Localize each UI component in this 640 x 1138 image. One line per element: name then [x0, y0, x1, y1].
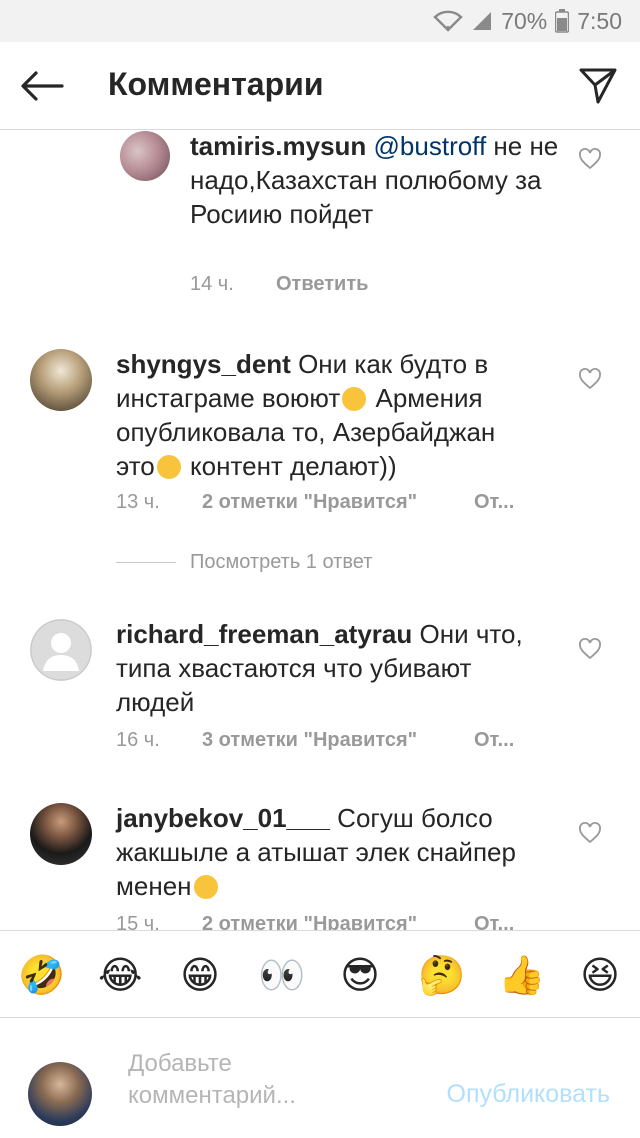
- publish-button[interactable]: Опубликовать: [447, 1080, 610, 1109]
- reply-button[interactable]: От...: [474, 729, 514, 752]
- comment-feed[interactable]: tamiris.mysun @bustroff не не надо,Казах…: [0, 131, 640, 930]
- comment-meta: 15 ч. 2 отметки "Нравится" От...: [116, 913, 514, 930]
- status-bar: 70% 7:50: [0, 0, 640, 42]
- avatar[interactable]: [120, 131, 170, 181]
- comment-text: tamiris.mysun @bustroff не не надо,Казах…: [190, 131, 580, 231]
- avatar[interactable]: [30, 349, 92, 411]
- grin-emoji-icon[interactable]: 😁: [178, 953, 222, 997]
- default-avatar-icon: [30, 619, 92, 681]
- comment-meta: 14 ч. Ответить: [190, 273, 368, 296]
- comment-username[interactable]: janybekov_01___: [116, 803, 330, 833]
- squint-laugh-emoji-icon[interactable]: 😆: [578, 953, 622, 997]
- comment-username[interactable]: tamiris.mysun: [190, 131, 366, 161]
- comment-text: janybekov_01___ Согуш болсо жакшыле а ат…: [116, 801, 536, 903]
- clock: 7:50: [577, 7, 622, 34]
- comment-item: shyngys_dent Они как будто в инстаграме …: [0, 349, 640, 549]
- current-user-avatar[interactable]: [28, 1062, 92, 1126]
- comment-time: 14 ч.: [190, 273, 234, 295]
- rofl-emoji-icon[interactable]: 🤣: [18, 953, 65, 997]
- likes-count[interactable]: 3 отметки "Нравится": [202, 729, 474, 752]
- comment-item: tamiris.mysun @bustroff не не надо,Казах…: [0, 131, 640, 331]
- angel-emoji-icon: [193, 875, 218, 899]
- heart-icon[interactable]: [578, 147, 602, 171]
- page-title: Комментарии: [108, 66, 324, 102]
- comment-body-part-3: контент делают)): [182, 451, 397, 481]
- heart-icon[interactable]: [578, 367, 602, 391]
- laughing-emoji-icon: [342, 387, 367, 411]
- thumbs-up-emoji-icon[interactable]: 👍: [498, 953, 545, 997]
- paper-plane-icon: [579, 68, 617, 104]
- comment-text: richard_freeman_atyrau Они что, типа хва…: [116, 617, 536, 719]
- signal-icon: [473, 12, 492, 30]
- avatar[interactable]: [30, 803, 92, 865]
- rofl-emoji-icon: [156, 455, 181, 479]
- arrow-left-icon: [21, 71, 64, 101]
- comment-username[interactable]: shyngys_dent: [116, 349, 291, 379]
- comment-text: shyngys_dent Они как будто в инстаграме …: [116, 347, 536, 483]
- comment-mention[interactable]: @bustroff: [374, 131, 487, 161]
- comment-item: richard_freeman_atyrau Они что, типа хва…: [0, 619, 640, 769]
- reply-button[interactable]: От...: [474, 913, 514, 930]
- comment-time: 15 ч.: [116, 913, 160, 930]
- app-header: Комментарии: [0, 42, 640, 130]
- heart-icon[interactable]: [578, 637, 602, 661]
- comment-meta: 16 ч. 3 отметки "Нравится" От...: [116, 729, 514, 752]
- likes-count[interactable]: 2 отметки "Нравится": [202, 491, 474, 514]
- comment-meta: 13 ч. 2 отметки "Нравится" От...: [116, 491, 514, 514]
- comment-item: janybekov_01___ Согуш болсо жакшыле а ат…: [0, 803, 640, 930]
- comment-input[interactable]: Добавьте комментарий...: [128, 1048, 358, 1112]
- comment-time: 13 ч.: [116, 491, 160, 513]
- view-replies-button[interactable]: Посмотреть 1 ответ: [116, 551, 372, 574]
- heart-icon[interactable]: [578, 821, 602, 845]
- wifi-icon: [433, 10, 463, 32]
- avatar[interactable]: [30, 619, 92, 681]
- comment-username[interactable]: richard_freeman_atyrau: [116, 619, 412, 649]
- battery-percent: 70%: [501, 7, 548, 34]
- eyes-emoji-icon[interactable]: 👀: [258, 953, 305, 997]
- likes-count[interactable]: 2 отметки "Нравится": [202, 913, 474, 930]
- share-button[interactable]: [576, 64, 620, 108]
- reply-button[interactable]: Ответить: [276, 273, 368, 296]
- battery-icon: [555, 9, 570, 33]
- comment-composer: Добавьте комментарий... Опубликовать: [0, 1018, 640, 1138]
- reply-button[interactable]: От...: [474, 491, 514, 514]
- divider: [116, 562, 176, 563]
- tears-of-joy-emoji-icon[interactable]: 😂: [98, 953, 142, 997]
- comment-time: 16 ч.: [116, 729, 160, 751]
- emoji-bar: 🤣 😂 😁 👀 😎 🤔 👍 😆: [0, 930, 640, 1018]
- thinking-emoji-icon[interactable]: 🤔: [418, 953, 465, 997]
- sunglasses-emoji-icon[interactable]: 😎: [338, 953, 382, 997]
- back-button[interactable]: [18, 64, 66, 108]
- view-replies-label: Посмотреть 1 ответ: [190, 551, 373, 573]
